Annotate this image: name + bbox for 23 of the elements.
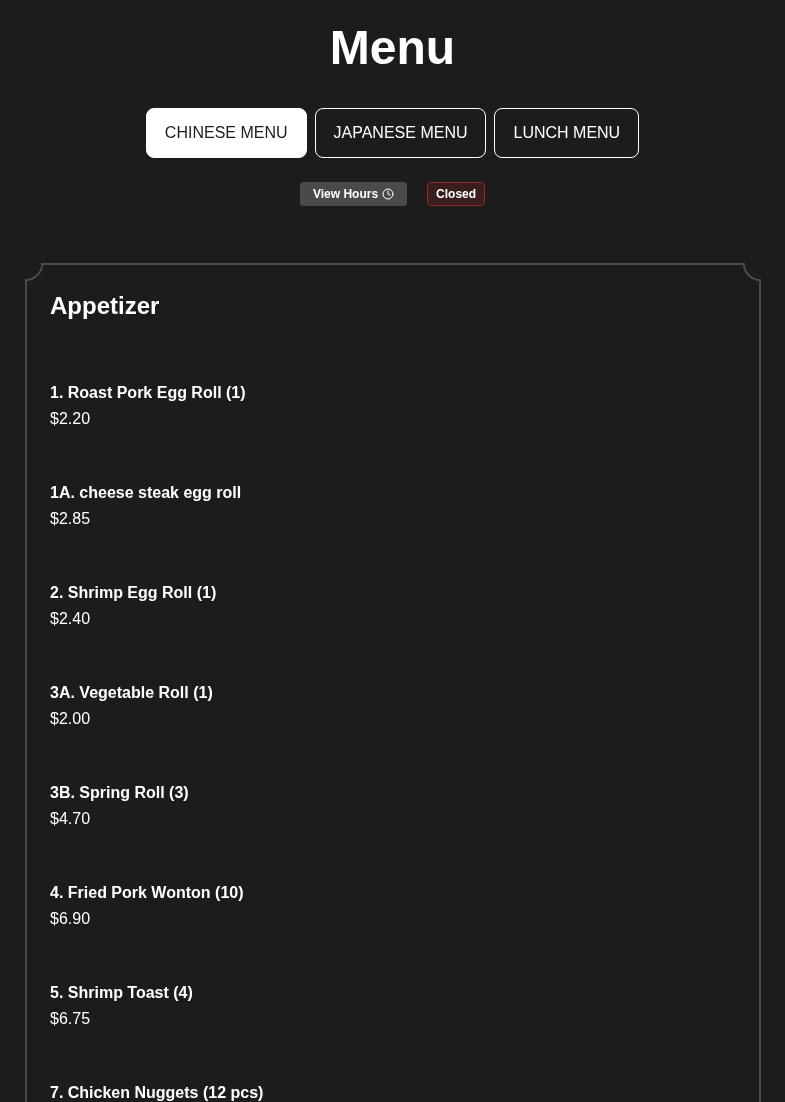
item-price: $2.20 [50,409,91,429]
item-name: 5. Shrimp Toast (4) [50,984,193,1002]
view-hours-button[interactable]: View Hours [299,182,408,206]
section-title: Appetizer [50,292,160,320]
item-price: $2.85 [50,509,91,529]
item-name: 7. Chicken Nuggets (12 pcs) [50,1084,264,1102]
item-price: $4.70 [50,809,91,829]
menu-tab[interactable]: LUNCH MENU [494,108,640,158]
menu-tab[interactable]: JAPANESE MENU [314,108,487,158]
item-price: $2.40 [50,609,91,629]
menu-tab[interactable]: CHINESE MENU [145,108,307,158]
item-price: $6.90 [50,909,91,929]
item-name: 1. Roast Pork Egg Roll (1) [50,384,246,402]
item-price: $6.75 [50,1009,91,1029]
item-name: 1A. cheese steak egg roll [50,484,242,502]
item-name: 4. Fried Pork Wonton (10) [50,884,244,902]
page-title: Menu [329,20,456,76]
status-badge: Closed [427,182,486,206]
clock-icon [382,188,395,200]
item-price: $2.00 [50,709,91,729]
item-name: 3A. Vegetable Roll (1) [50,684,213,702]
item-name: 3B. Spring Roll (3) [50,784,189,802]
item-name: 2. Shrimp Egg Roll (1) [50,584,217,602]
